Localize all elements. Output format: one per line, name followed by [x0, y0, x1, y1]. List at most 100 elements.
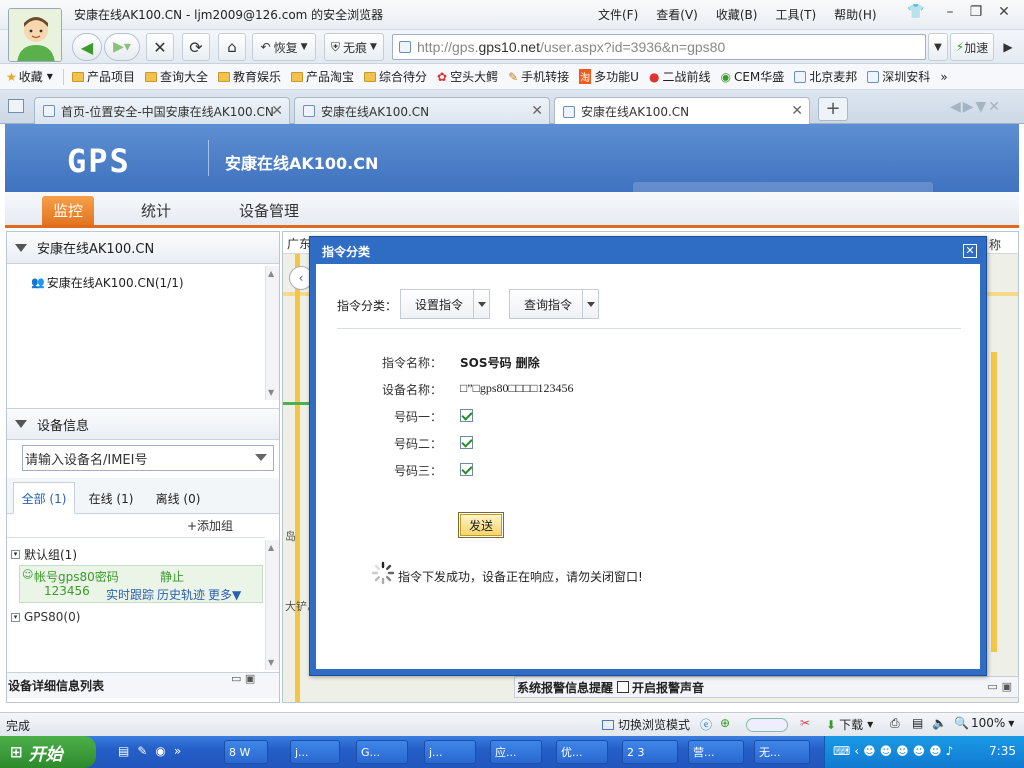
taskbar-item[interactable]: 营...	[688, 740, 744, 764]
device-info-header[interactable]: 设备信息	[7, 408, 279, 440]
send-button[interactable]: 发送	[458, 512, 504, 538]
back-button[interactable]: ◀	[72, 33, 102, 61]
nav-statistics[interactable]: 统计	[130, 196, 182, 225]
restore-button[interactable]: ↶ 恢复 ▼	[252, 33, 316, 61]
nav-device-management[interactable]: 设备管理	[219, 196, 319, 225]
taskbar-item[interactable]: j...	[424, 740, 476, 764]
start-button[interactable]: ⊞ 开始	[0, 736, 96, 768]
taskbar-item[interactable]: 优...	[556, 740, 608, 764]
close-icon[interactable]: ✕	[994, 4, 1014, 20]
taskbar-item[interactable]: G...	[356, 740, 408, 764]
collapse-icon[interactable]	[15, 243, 27, 252]
taskbar-item[interactable]: 8 W	[224, 740, 268, 764]
tab-ak100-1[interactable]: 安康在线AK100.CN ✕	[294, 97, 550, 124]
favorite-item[interactable]: 综合待分	[364, 68, 427, 85]
new-tab-button[interactable]: +	[818, 97, 848, 121]
address-bar[interactable]: http://gps.gps10.net/user.aspx?id=3936&n…	[392, 34, 926, 60]
taskbar-item[interactable]: j...	[290, 740, 340, 764]
volume-icon[interactable]: 🔈	[932, 716, 947, 730]
favorite-item[interactable]: 深圳安科	[867, 68, 930, 85]
taskbar-item[interactable]: 无...	[754, 740, 810, 764]
favorite-item[interactable]: ✎ 手机转接	[508, 68, 569, 85]
favorite-item[interactable]: 查询大全	[144, 68, 208, 85]
print-icon[interactable]: ⎙	[890, 716, 900, 731]
maximize-icon[interactable]: ❐	[966, 4, 986, 20]
alarm-sound-checkbox[interactable]	[617, 681, 630, 693]
tab-close-icon[interactable]: ✕	[271, 103, 283, 119]
home-button[interactable]: ⌂	[218, 33, 246, 61]
tool-icon[interactable]: ✂	[800, 716, 810, 730]
menu-view[interactable]: 查看(V)	[656, 6, 698, 23]
favorites-more[interactable]: »	[940, 70, 947, 84]
go-button[interactable]: ▶	[998, 33, 1018, 61]
notrace-button[interactable]: ⛨ 无痕 ▼	[324, 33, 384, 61]
accelerate-button[interactable]: ⚡ 加速	[950, 33, 994, 61]
chevron-down-icon[interactable]	[255, 454, 267, 461]
favorite-item[interactable]: ◉ CEM华盛	[720, 68, 784, 85]
download-button[interactable]: ⬇ 下载 ▼	[826, 716, 873, 733]
forward-button[interactable]: ▶▾	[104, 33, 140, 61]
stop-button[interactable]: ✕	[146, 33, 174, 61]
query-command-select[interactable]: 查询指令	[509, 289, 599, 319]
tab-home[interactable]: 首页-位置安全-中国安康在线AK100.CN ✕	[34, 97, 290, 124]
tree-scrollbar[interactable]: ▲ ▼	[265, 266, 279, 400]
panel-window-controls[interactable]: ▭ ▣	[231, 672, 255, 685]
device-row[interactable]: ☺ 帐号gps80密码 静止 123456 实时跟踪 历史轨迹 更多▼	[19, 565, 263, 603]
taskbar-item[interactable]: 2 3	[622, 740, 678, 764]
nav-monitor[interactable]: 监控	[42, 196, 94, 225]
tree-item-root[interactable]: 👥 安康在线AK100.CN(1/1)	[31, 274, 184, 291]
group-gps80[interactable]: ▾ GPS80(0)	[11, 610, 80, 624]
toggle-switch[interactable]	[746, 718, 788, 732]
ie-icon[interactable]: ⓔ	[700, 716, 712, 733]
favorite-item[interactable]: 教育娱乐	[217, 68, 281, 85]
favorites-menu[interactable]: ★ 收藏 ▼	[6, 68, 53, 85]
menu-file[interactable]: 文件(F)	[598, 6, 638, 23]
tab-close-icon[interactable]: ✕	[791, 103, 803, 119]
shirt-icon[interactable]: 👕	[906, 4, 926, 20]
window-controls-icon[interactable]: ▭ ▣	[987, 680, 1012, 693]
page-icon[interactable]: ▤	[912, 716, 923, 730]
favorite-item[interactable]: 产品淘宝	[290, 68, 354, 85]
favorite-item[interactable]: 北京麦邦	[794, 68, 857, 85]
tab-list-icon[interactable]	[8, 99, 24, 113]
filter-online[interactable]: 在线 (1)	[81, 482, 141, 514]
group-default[interactable]: ▾ 默认组(1)	[11, 546, 77, 563]
number-two-checkbox[interactable]	[460, 436, 473, 449]
tray-icons[interactable]: ⌨‹☻☻☻☻☻♪	[833, 744, 957, 758]
device-list-scrollbar[interactable]: ▲ ▼	[265, 540, 279, 670]
filter-all[interactable]: 全部 (1)	[13, 482, 75, 514]
minus-box-icon[interactable]: ▾	[11, 550, 20, 559]
favorite-item[interactable]: 淘多功能U	[579, 68, 639, 85]
menu-favorites[interactable]: 收藏(B)	[716, 6, 758, 23]
realtime-track-link[interactable]: 实时跟踪	[106, 586, 154, 603]
device-search-input[interactable]: 请输入设备名/IMEI号	[22, 445, 274, 471]
tab-scroll-controls[interactable]: ◀▶▼✕	[950, 99, 1002, 115]
dialog-close-icon[interactable]: ✕	[963, 244, 977, 258]
add-group-button[interactable]: +添加组	[187, 517, 233, 534]
switch-mode-button[interactable]: 切换浏览模式	[602, 716, 690, 733]
minus-box-icon[interactable]: ▾	[11, 612, 20, 622]
tab-ak100-active[interactable]: 安康在线AK100.CN ✕	[554, 97, 810, 125]
number-one-checkbox[interactable]	[460, 409, 473, 422]
more-link[interactable]: 更多▼	[208, 586, 241, 603]
favorite-item[interactable]: 产品项目	[71, 68, 135, 85]
menu-help[interactable]: 帮助(H)	[834, 6, 876, 23]
security-icon[interactable]: ⊕	[720, 716, 730, 730]
favorite-item[interactable]: ● 二战前线	[649, 68, 711, 85]
favorite-item[interactable]: ✿ 空头大鳄	[437, 68, 498, 85]
set-command-select[interactable]: 设置指令	[400, 289, 490, 319]
collapse-icon[interactable]	[15, 420, 27, 428]
filter-offline[interactable]: 离线 (0)	[147, 482, 209, 514]
refresh-button[interactable]: ⟳	[182, 33, 210, 61]
number-three-checkbox[interactable]	[460, 463, 473, 476]
user-avatar[interactable]	[8, 8, 62, 62]
address-dropdown-button[interactable]: ▼	[928, 33, 948, 61]
menu-tools[interactable]: 工具(T)	[775, 6, 816, 23]
zoom-control[interactable]: 🔍 100% ▼	[954, 716, 1014, 730]
tree-header[interactable]: 安康在线AK100.CN	[7, 232, 279, 264]
taskbar-item[interactable]: 应...	[490, 740, 542, 764]
history-track-link[interactable]: 历史轨迹	[157, 586, 205, 603]
tab-close-icon[interactable]: ✕	[531, 103, 543, 119]
minimize-icon[interactable]: –	[940, 4, 960, 20]
quick-launch-icons[interactable]: ▤✎◉»	[118, 744, 189, 758]
